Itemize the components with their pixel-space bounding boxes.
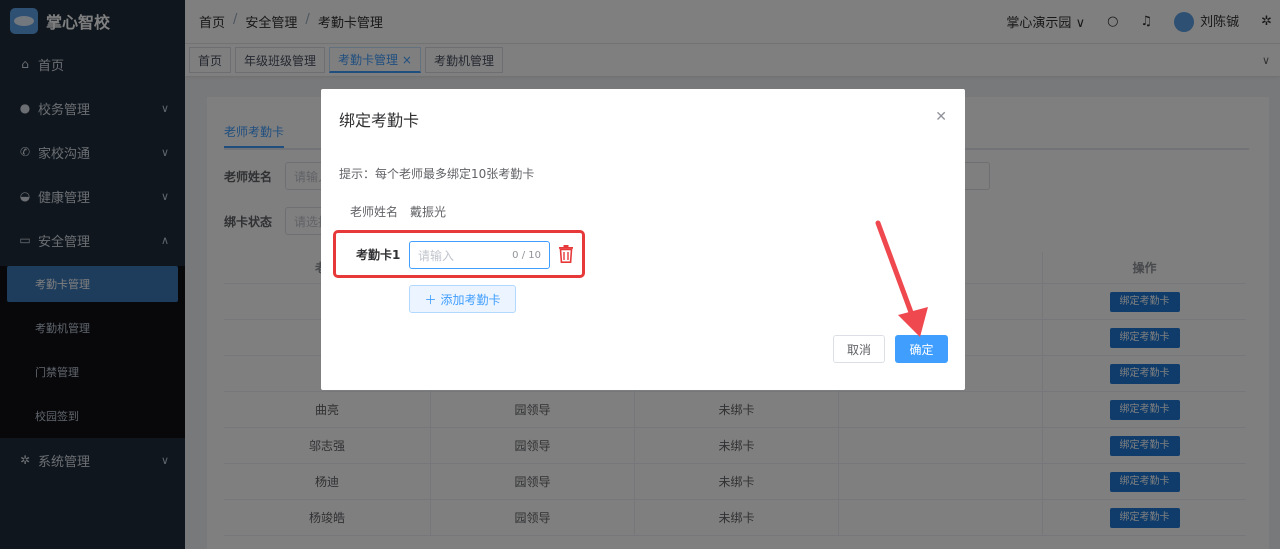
dialog-title: 绑定考勤卡 (339, 111, 420, 130)
input-placeholder: 请输入 (418, 248, 455, 263)
card-label: 考勤卡1 (356, 248, 401, 262)
dialog-tip: 提示：每个老师最多绑定10张考勤卡 (339, 167, 535, 181)
add-card-label: 添加考勤卡 (440, 292, 501, 307)
add-card-button[interactable]: ＋ 添加考勤卡 (409, 285, 516, 313)
char-counter: 0 / 10 (512, 249, 541, 261)
teacher-name-label: 老师姓名 (350, 205, 399, 219)
trash-icon[interactable] (558, 245, 574, 263)
close-icon[interactable]: ✕ (935, 109, 947, 125)
card-number-input[interactable]: 请输入 0 / 10 (409, 241, 550, 269)
teacher-name-value: 戴振光 (410, 205, 447, 219)
pointer-arrow-icon (875, 220, 928, 337)
plus-icon: ＋ (424, 292, 437, 307)
